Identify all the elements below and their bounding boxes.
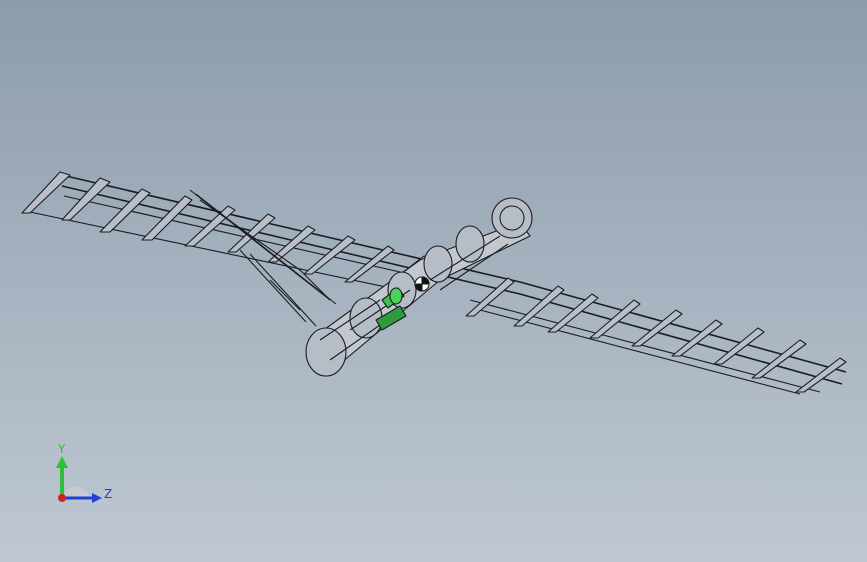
triad-axes-icon: [56, 456, 102, 503]
center-of-mass-icon: [414, 276, 430, 292]
orientation-triad: Y Z: [40, 438, 130, 518]
left-wing-ribs: [21, 171, 431, 291]
graphics-area[interactable]: Y Z: [0, 0, 867, 562]
aircraft-model[interactable]: [0, 0, 867, 562]
triad-z-label: Z: [104, 487, 113, 501]
triad-y-label: Y: [58, 442, 66, 456]
